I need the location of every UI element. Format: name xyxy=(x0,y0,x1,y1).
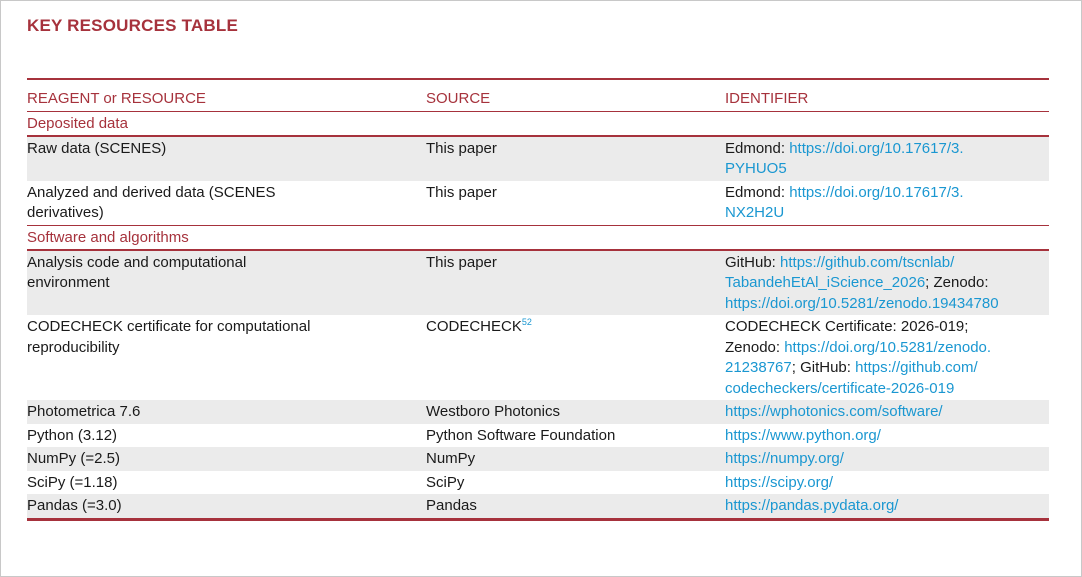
resource-line: environment xyxy=(27,274,110,291)
table-row: SciPy (=1.18) SciPy https://scipy.org/ xyxy=(27,471,1049,495)
section-label: Deposited data xyxy=(27,110,1049,137)
identifier-text: ; Zenodo: xyxy=(925,274,989,291)
identifier-link[interactable]: https://github.com/ xyxy=(855,359,978,376)
resource-cell: Raw data (SCENES) xyxy=(27,135,426,181)
header-source: SOURCE xyxy=(426,78,725,111)
identifier-text: ; GitHub: xyxy=(791,359,856,376)
identifier-link[interactable]: TabandehEtAl_iScience_2026 xyxy=(725,274,925,291)
identifier-cell: https://scipy.org/ xyxy=(725,471,1049,495)
header-row: REAGENT or RESOURCE SOURCE IDENTIFIER xyxy=(27,78,1049,111)
table-title: KEY RESOURCES TABLE xyxy=(27,16,238,35)
identifier-text: CODECHECK Certificate: 2026-019; xyxy=(725,318,969,335)
resource-line: CODECHECK certificate for computational xyxy=(27,318,311,335)
header-identifier: IDENTIFIER xyxy=(725,78,1049,111)
resource-line: reproducibility xyxy=(27,338,120,356)
identifier-cell: https://numpy.org/ xyxy=(725,447,1049,471)
resource-cell: Analysis code and computational environme… xyxy=(27,249,426,315)
identifier-link[interactable]: NX2H2U xyxy=(725,204,784,221)
identifier-link[interactable]: PYHUO5 xyxy=(725,160,787,177)
resource-cell: Photometrica 7.6 xyxy=(27,400,426,424)
source-cell: Pandas xyxy=(426,494,725,521)
table-row: Analysis code and computational environme… xyxy=(27,249,1049,315)
resource-cell: CODECHECK certificate for computational r… xyxy=(27,315,426,400)
resource-cell: NumPy (=2.5) xyxy=(27,447,426,471)
source-cell: This paper xyxy=(426,183,497,201)
reference-superscript[interactable]: 52 xyxy=(522,317,532,327)
identifier-link[interactable]: https://www.python.org/ xyxy=(725,427,881,444)
identifier-link[interactable]: 21238767 xyxy=(725,359,792,376)
section-label: Software and algorithms xyxy=(27,224,1049,251)
source-cell: Westboro Photonics xyxy=(426,400,725,424)
resource-line: derivatives) xyxy=(27,204,104,221)
table-row: Analyzed and derived data (SCENES derivat… xyxy=(27,181,1049,226)
resource-line: Analysis code and computational xyxy=(27,253,247,271)
table-row: Raw data (SCENES) This paper Edmond: htt… xyxy=(27,135,1049,181)
identifier-link[interactable]: https://doi.org/10.17617/3. xyxy=(789,184,963,201)
identifier-cell: https://wphotonics.com/software/ xyxy=(725,400,1049,424)
identifier-link[interactable]: codecheckers/certificate-2026-019 xyxy=(725,380,954,397)
table-row: Photometrica 7.6 Westboro Photonics http… xyxy=(27,400,1049,424)
identifier-prefix: Zenodo: xyxy=(725,338,785,356)
source-cell: NumPy xyxy=(426,447,725,471)
identifier-prefix: GitHub: xyxy=(725,253,781,271)
resource-cell: Pandas (=3.0) xyxy=(27,494,426,521)
resource-cell: Analyzed and derived data (SCENES derivat… xyxy=(27,181,426,226)
source-cell: This paper xyxy=(426,249,725,315)
section-software-algorithms: Software and algorithms xyxy=(27,224,1049,251)
table-row: NumPy (=2.5) NumPy https://numpy.org/ xyxy=(27,447,1049,471)
identifier-link[interactable]: https://doi.org/10.5281/zenodo.19434780 xyxy=(725,295,999,312)
identifier-cell: CODECHECK Certificate: 2026-019; Zenodo: … xyxy=(725,315,1049,400)
identifier-link[interactable]: https://github.com/tscnlab/ xyxy=(780,254,954,271)
source-text: CODECHECK xyxy=(426,318,522,335)
identifier-cell: https://www.python.org/ xyxy=(725,424,1049,448)
identifier-link[interactable]: https://pandas.pydata.org/ xyxy=(725,497,898,514)
table-row: Python (3.12) Python Software Foundation… xyxy=(27,424,1049,448)
identifier-cell: GitHub: https://github.com/tscnlab/Taban… xyxy=(725,249,1049,315)
resource-cell: SciPy (=1.18) xyxy=(27,473,118,491)
table-row: CODECHECK certificate for computational r… xyxy=(27,315,1049,400)
source-cell: This paper xyxy=(426,135,725,181)
identifier-link[interactable]: https://doi.org/10.5281/zenodo. xyxy=(784,339,991,356)
identifier-link[interactable]: https://scipy.org/ xyxy=(725,474,833,491)
identifier-link[interactable]: https://wphotonics.com/software/ xyxy=(725,403,943,420)
source-cell: SciPy xyxy=(426,473,465,491)
resource-line: Analyzed and derived data (SCENES xyxy=(27,183,276,201)
header-reagent: REAGENT or RESOURCE xyxy=(27,78,426,111)
table-row: Pandas (=3.0) Pandas https://pandas.pyda… xyxy=(27,494,1049,521)
source-cell: Python Software Foundation xyxy=(426,426,616,444)
identifier-cell: https://pandas.pydata.org/ xyxy=(725,494,1049,521)
identifier-link[interactable]: https://doi.org/10.17617/3. xyxy=(789,140,963,157)
identifier-link[interactable]: https://numpy.org/ xyxy=(725,450,844,467)
resource-cell: Python (3.12) xyxy=(27,426,118,444)
identifier-prefix: Edmond: xyxy=(725,139,790,157)
identifier-cell: Edmond: https://doi.org/10.17617/3. NX2H2… xyxy=(725,181,1049,226)
key-resources-table: REAGENT or RESOURCE SOURCE IDENTIFIER De… xyxy=(27,78,1049,521)
source-cell: CODECHECK52 xyxy=(426,315,725,400)
identifier-cell: Edmond: https://doi.org/10.17617/3. PYHUO… xyxy=(725,135,1049,181)
section-deposited-data: Deposited data xyxy=(27,110,1049,137)
identifier-prefix: Edmond: xyxy=(725,183,790,201)
